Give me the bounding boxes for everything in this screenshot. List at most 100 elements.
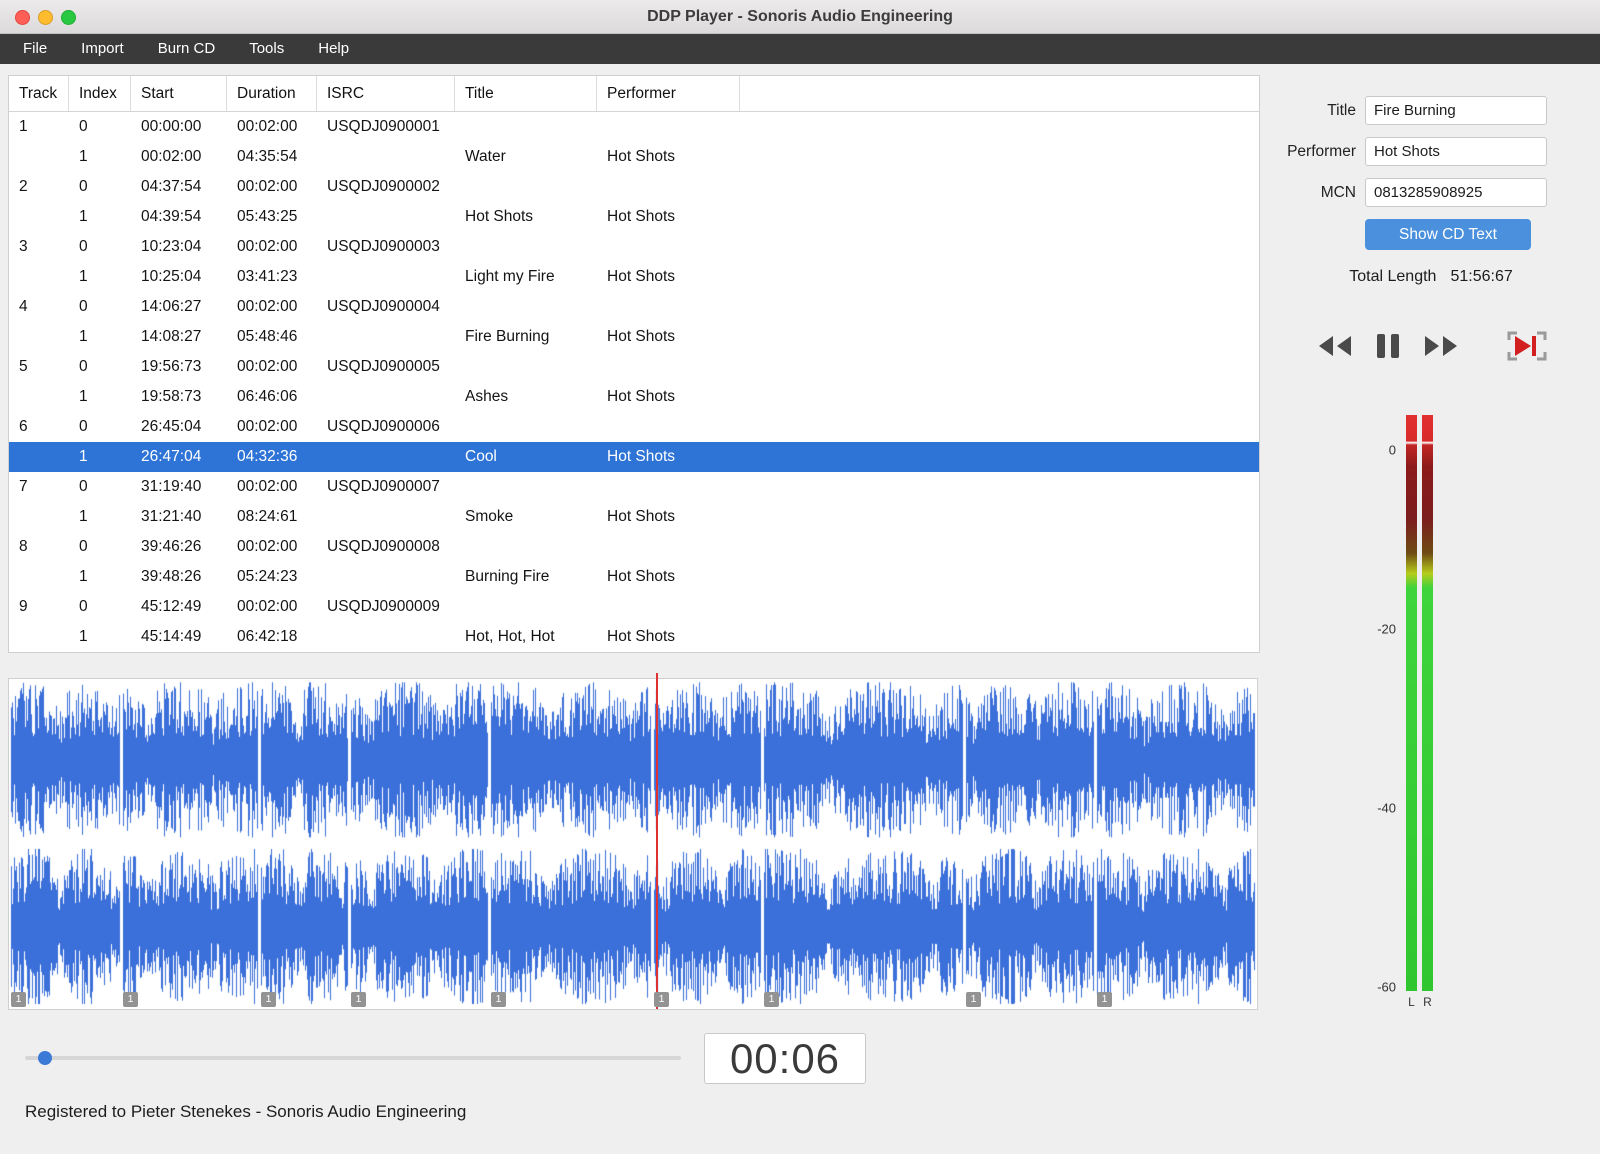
cell-isrc: USQDJ0900003 bbox=[327, 238, 440, 255]
seek-slider-track[interactable] bbox=[25, 1056, 681, 1060]
meter-right-label: R bbox=[1423, 995, 1432, 1009]
title-field[interactable] bbox=[1365, 96, 1547, 125]
minimize-button[interactable] bbox=[38, 10, 53, 25]
table-row[interactable]: 1 31:21:40 08:24:61 Smoke Hot Shots bbox=[9, 502, 1259, 532]
cell-duration: 06:46:06 bbox=[237, 388, 298, 405]
cell-index: 1 bbox=[79, 148, 88, 165]
cell-start: 26:45:04 bbox=[141, 418, 202, 435]
table-row[interactable]: 5 0 19:56:73 00:02:00 USQDJ0900005 bbox=[9, 352, 1259, 382]
cell-start: 31:19:40 bbox=[141, 478, 202, 495]
cell-index: 0 bbox=[79, 238, 88, 255]
cell-duration: 00:02:00 bbox=[237, 358, 298, 375]
table-row[interactable]: 2 0 04:37:54 00:02:00 USQDJ0900002 bbox=[9, 172, 1259, 202]
level-meter-scale: 0 -20 -40 -60 bbox=[1340, 415, 1396, 994]
table-row[interactable]: 1 00:02:00 04:35:54 Water Hot Shots bbox=[9, 142, 1259, 172]
cell-duration: 05:24:23 bbox=[237, 568, 298, 585]
playhead-cursor[interactable] bbox=[656, 673, 658, 1009]
column-header-title[interactable]: Title bbox=[455, 76, 597, 111]
table-row[interactable]: 1 10:25:04 03:41:23 Light my Fire Hot Shots bbox=[9, 262, 1259, 292]
table-row[interactable]: 9 0 45:12:49 00:02:00 USQDJ0900009 bbox=[9, 592, 1259, 622]
column-header-index[interactable]: Index bbox=[69, 76, 131, 111]
pause-button[interactable] bbox=[1375, 332, 1401, 360]
menu-item-file[interactable]: File bbox=[6, 34, 64, 64]
cell-start: 45:12:49 bbox=[141, 598, 202, 615]
cell-isrc: USQDJ0900004 bbox=[327, 298, 440, 315]
track-start-marker: 1 bbox=[491, 992, 506, 1007]
menu-item-burn-cd[interactable]: Burn CD bbox=[141, 34, 233, 64]
track-start-marker: 1 bbox=[1097, 992, 1112, 1007]
menu-item-import[interactable]: Import bbox=[64, 34, 141, 64]
cell-track: 2 bbox=[19, 178, 28, 195]
column-header-track[interactable]: Track bbox=[9, 76, 69, 111]
cell-isrc: USQDJ0900009 bbox=[327, 598, 440, 615]
transport-controls bbox=[1268, 330, 1594, 362]
track-start-marker: 1 bbox=[261, 992, 276, 1007]
cell-duration: 03:41:23 bbox=[237, 268, 298, 285]
total-length-label: Total Length bbox=[1349, 268, 1437, 285]
cell-index: 0 bbox=[79, 538, 88, 555]
cell-track: 4 bbox=[19, 298, 28, 315]
cell-performer: Hot Shots bbox=[607, 328, 676, 345]
performer-field[interactable] bbox=[1365, 137, 1547, 166]
table-row[interactable]: 7 0 31:19:40 00:02:00 USQDJ0900007 bbox=[9, 472, 1259, 502]
cell-performer: Hot Shots bbox=[607, 208, 676, 225]
play-to-marker-button[interactable] bbox=[1507, 330, 1547, 362]
mcn-field[interactable] bbox=[1365, 178, 1547, 207]
menu-bar: File Import Burn CD Tools Help bbox=[0, 34, 1600, 64]
cell-duration: 00:02:00 bbox=[237, 178, 298, 195]
cell-index: 0 bbox=[79, 418, 88, 435]
column-header-start[interactable]: Start bbox=[131, 76, 227, 111]
table-row[interactable]: 6 0 26:45:04 00:02:00 USQDJ0900006 bbox=[9, 412, 1259, 442]
fast-forward-button[interactable] bbox=[1421, 334, 1461, 358]
column-header-duration[interactable]: Duration bbox=[227, 76, 317, 111]
close-button[interactable] bbox=[15, 10, 30, 25]
table-row[interactable]: 1 45:14:49 06:42:18 Hot, Hot, Hot Hot Shots bbox=[9, 622, 1259, 652]
cell-start: 10:23:04 bbox=[141, 238, 202, 255]
menu-item-help[interactable]: Help bbox=[301, 34, 366, 64]
table-row[interactable]: 3 0 10:23:04 00:02:00 USQDJ0900003 bbox=[9, 232, 1259, 262]
cell-performer: Hot Shots bbox=[607, 628, 676, 645]
meter-tick-label: 0 bbox=[1388, 442, 1396, 458]
menu-item-tools[interactable]: Tools bbox=[232, 34, 301, 64]
title-bar: DDP Player - Sonoris Audio Engineering bbox=[0, 0, 1600, 34]
zoom-button[interactable] bbox=[61, 10, 76, 25]
cell-isrc: USQDJ0900006 bbox=[327, 418, 440, 435]
table-row[interactable]: 8 0 39:46:26 00:02:00 USQDJ0900008 bbox=[9, 532, 1259, 562]
table-row[interactable]: 1 04:39:54 05:43:25 Hot Shots Hot Shots bbox=[9, 202, 1259, 232]
cell-track: 1 bbox=[19, 118, 28, 135]
meter-left-label: L bbox=[1408, 995, 1415, 1009]
cell-start: 19:58:73 bbox=[141, 388, 202, 405]
column-header-isrc[interactable]: ISRC bbox=[317, 76, 455, 111]
cell-performer: Hot Shots bbox=[607, 148, 676, 165]
seek-slider-thumb[interactable] bbox=[38, 1051, 53, 1065]
table-row[interactable]: 1 14:08:27 05:48:46 Fire Burning Hot Shots bbox=[9, 322, 1259, 352]
mcn-field-label: MCN bbox=[1320, 183, 1356, 201]
cell-index: 1 bbox=[79, 388, 88, 405]
cell-title: Light my Fire bbox=[465, 268, 555, 285]
cell-isrc: USQDJ0900005 bbox=[327, 358, 440, 375]
waveform-display[interactable]: 1 1 1 1 1 1 1 1 1 bbox=[8, 673, 1258, 1010]
table-row[interactable]: 4 0 14:06:27 00:02:00 USQDJ0900004 bbox=[9, 292, 1259, 322]
table-row[interactable]: 1 0 00:00:00 00:02:00 USQDJ0900001 bbox=[9, 112, 1259, 142]
rewind-button[interactable] bbox=[1315, 334, 1355, 358]
column-header-performer[interactable]: Performer bbox=[597, 76, 740, 111]
cell-isrc: USQDJ0900007 bbox=[327, 478, 440, 495]
waveform-canvas[interactable] bbox=[9, 679, 1257, 1009]
cell-title: Ashes bbox=[465, 388, 509, 405]
cell-isrc: USQDJ0900002 bbox=[327, 178, 440, 195]
table-row[interactable]: 1 19:58:73 06:46:06 Ashes Hot Shots bbox=[9, 382, 1259, 412]
cell-track: 7 bbox=[19, 478, 28, 495]
cell-start: 26:47:04 bbox=[141, 448, 202, 465]
show-cd-text-button[interactable]: Show CD Text bbox=[1365, 219, 1531, 250]
seek-slider[interactable] bbox=[25, 1050, 681, 1066]
level-meter: 0 -20 -40 -60 L R bbox=[1340, 415, 1460, 1015]
table-row[interactable]: 1 39:48:26 05:24:23 Burning Fire Hot Shots bbox=[9, 562, 1259, 592]
time-display: 00:06 bbox=[704, 1033, 866, 1084]
cell-duration: 05:43:25 bbox=[237, 208, 298, 225]
cell-start: 14:06:27 bbox=[141, 298, 202, 315]
cell-title: Hot Shots bbox=[465, 208, 534, 225]
cell-index: 0 bbox=[79, 178, 88, 195]
cell-start: 39:46:26 bbox=[141, 538, 202, 555]
table-row[interactable]: 1 26:47:04 04:32:36 Cool Hot Shots bbox=[9, 442, 1259, 472]
cell-start: 04:39:54 bbox=[141, 208, 202, 225]
